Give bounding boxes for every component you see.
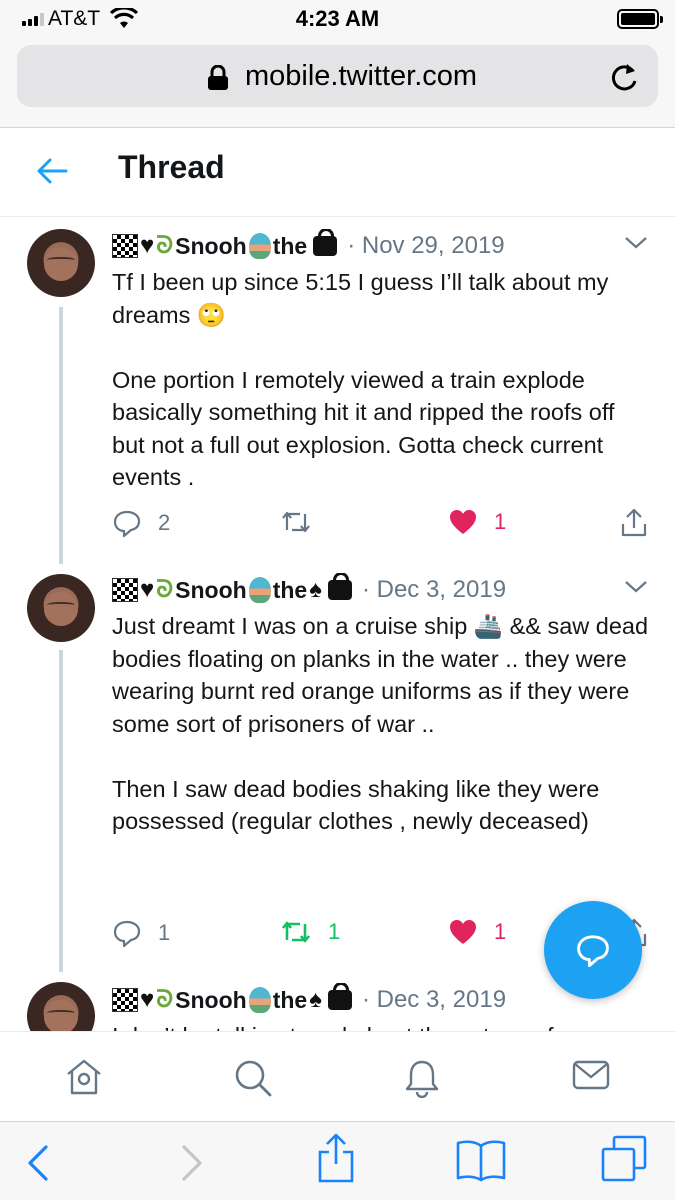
retweet-icon xyxy=(282,511,310,533)
url-text: mobile.twitter.com xyxy=(245,60,478,92)
status-time: 4:23 AM xyxy=(295,6,380,31)
checkered-flag-emoji xyxy=(112,578,138,602)
locked-account-icon xyxy=(313,229,338,256)
chevron-down-icon[interactable] xyxy=(624,236,648,250)
search-icon[interactable] xyxy=(233,1058,273,1098)
tweet-author-row: ♥ ᘐ Snooh the · Nov 29, 2019 xyxy=(112,229,622,263)
battery-icon xyxy=(617,9,663,29)
black-heart-emoji: ♥ xyxy=(140,986,155,1013)
tweet-text: Tf I been up since 5:15 I guess I’ll tal… xyxy=(112,266,652,494)
spade-emoji: ♠ xyxy=(309,576,322,603)
display-name-suffix: the xyxy=(272,232,308,259)
address-bar[interactable]: mobile.twitter.com xyxy=(17,45,658,107)
snake-emoji: ᘐ xyxy=(156,576,174,603)
bookmarks-icon[interactable] xyxy=(455,1138,507,1182)
mermaid-emoji xyxy=(248,987,271,1013)
tweet-date[interactable]: · Nov 29, 2019 xyxy=(347,232,504,260)
thread-connector-line xyxy=(59,650,63,972)
display-name-text: Snooh xyxy=(175,232,247,259)
browser-back-icon[interactable] xyxy=(26,1144,50,1182)
back-arrow-icon[interactable] xyxy=(32,153,72,189)
reply-icon xyxy=(113,920,141,948)
messages-mail-icon[interactable] xyxy=(571,1058,611,1092)
like-button[interactable]: 1 xyxy=(448,508,506,536)
tweet[interactable]: ♥ ᘐ Snooh the · Nov 29, 2019 Tf I been u… xyxy=(0,218,675,564)
display-name-text: Snooh xyxy=(175,576,247,603)
like-count: 1 xyxy=(494,509,507,534)
home-icon[interactable] xyxy=(64,1058,104,1096)
display-name[interactable]: ♥ ᘐ Snooh the ♠ xyxy=(112,573,352,604)
reply-icon xyxy=(113,510,141,538)
tweet-paragraph: Just dreamt I was on a cruise ship 🚢 && … xyxy=(112,613,649,737)
like-button[interactable]: 1 xyxy=(448,918,506,946)
avatar[interactable] xyxy=(27,982,95,1031)
like-count: 1 xyxy=(494,919,507,944)
retweet-icon xyxy=(281,921,311,943)
tweet-author-row: ♥ ᘐ Snooh the ♠ · Dec 3, 2019 xyxy=(112,573,622,607)
display-name-suffix: the xyxy=(272,576,308,603)
share-button[interactable] xyxy=(620,508,648,538)
browser-forward-icon xyxy=(182,1145,202,1181)
checkered-flag-emoji xyxy=(112,234,138,258)
tweet-paragraph: I don’t be talking to ppl about these ty… xyxy=(112,1020,652,1031)
reply-count: 1 xyxy=(158,920,171,945)
page-title: Thread xyxy=(118,149,225,185)
display-name[interactable]: ♥ ᘐ Snooh the xyxy=(112,229,338,260)
avatar[interactable] xyxy=(27,229,95,297)
share-icon xyxy=(621,508,647,537)
heart-icon xyxy=(450,510,476,534)
tweet-text: I don’t be talking to ppl about these ty… xyxy=(112,1020,652,1031)
snake-emoji: ᘐ xyxy=(156,986,174,1013)
tweet-author-row: ♥ ᘐ Snooh the ♠ · Dec 3, 2019 xyxy=(112,983,592,1017)
retweet-button[interactable] xyxy=(280,508,328,536)
retweet-count: 1 xyxy=(328,919,341,944)
reply-button[interactable]: 2 xyxy=(112,508,170,538)
avatar[interactable] xyxy=(27,574,95,642)
notifications-bell-icon[interactable] xyxy=(403,1058,441,1098)
black-heart-emoji: ♥ xyxy=(140,232,155,259)
browser-address-area: mobile.twitter.com xyxy=(0,38,675,128)
compose-tweet-button[interactable] xyxy=(544,901,642,999)
lock-icon xyxy=(208,65,228,90)
reply-count: 2 xyxy=(158,510,171,535)
mermaid-emoji xyxy=(248,233,271,259)
display-name-text: Snooh xyxy=(175,986,247,1013)
tweet-actions: 2 1 xyxy=(112,508,652,542)
black-heart-emoji: ♥ xyxy=(140,576,155,603)
tweet-paragraph: Then I saw dead bodies shaking like they… xyxy=(112,775,600,835)
locked-account-icon xyxy=(327,983,352,1010)
checkered-flag-emoji xyxy=(112,988,138,1012)
tweet-date[interactable]: · Dec 3, 2019 xyxy=(362,986,506,1014)
display-name[interactable]: ♥ ᘐ Snooh the ♠ xyxy=(112,983,352,1014)
display-name-suffix: the xyxy=(272,986,308,1013)
tweet-date[interactable]: · Dec 3, 2019 xyxy=(362,576,506,604)
locked-account-icon xyxy=(327,573,352,600)
chevron-down-icon[interactable] xyxy=(624,580,648,594)
tweet-paragraph: One portion I remotely viewed a train ex… xyxy=(112,366,615,491)
thread-header: Thread xyxy=(0,129,675,217)
status-bar: AT&T 4:23 AM xyxy=(0,0,675,38)
heart-icon xyxy=(450,920,476,944)
bottom-navigation xyxy=(0,1031,675,1121)
thread-connector-line xyxy=(59,307,63,564)
share-sheet-icon[interactable] xyxy=(316,1132,356,1184)
compose-reply-icon xyxy=(577,935,609,968)
reload-icon[interactable] xyxy=(609,61,639,93)
tweet-text: Just dreamt I was on a cruise ship 🚢 && … xyxy=(112,610,652,838)
safari-toolbar xyxy=(0,1121,675,1200)
snake-emoji: ᘐ xyxy=(156,232,174,259)
tabs-icon[interactable] xyxy=(600,1134,648,1184)
reply-button[interactable]: 1 xyxy=(112,918,170,948)
retweet-button[interactable]: 1 xyxy=(280,918,340,946)
spade-emoji: ♠ xyxy=(309,986,322,1013)
tweet-paragraph: Tf I been up since 5:15 I guess I’ll tal… xyxy=(112,269,609,328)
mermaid-emoji xyxy=(248,577,271,603)
